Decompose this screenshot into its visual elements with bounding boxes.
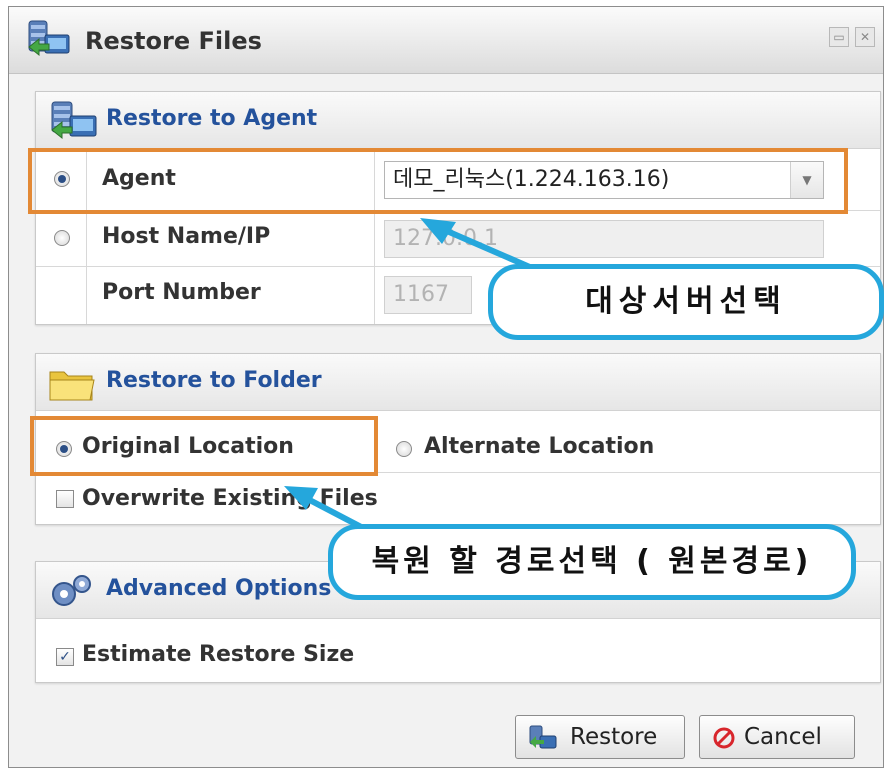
dialog-titlebar[interactable]: Restore Files ▭ ✕ [9, 7, 883, 74]
port-label: Port Number [102, 280, 261, 305]
alternate-location-label[interactable]: Alternate Location [424, 434, 654, 459]
overwrite-label[interactable]: Overwrite Existing Files [82, 486, 378, 511]
estimate-size-checkbox[interactable]: ✓ [56, 648, 74, 666]
callout-select-server: 대상서버선택 [488, 264, 884, 340]
close-window-button[interactable]: ✕ [855, 27, 875, 47]
port-input-value: 1167 [393, 282, 449, 307]
gears-icon [52, 575, 91, 606]
restore-to-agent-header: Restore to Agent [36, 92, 880, 149]
dialog-title: Restore Files [85, 27, 262, 55]
restore-button[interactable]: Restore [515, 715, 685, 759]
cancel-icon [713, 727, 735, 749]
port-input[interactable]: 1167 [384, 276, 472, 314]
estimate-size-label[interactable]: Estimate Restore Size [82, 642, 354, 667]
restore-icon [529, 725, 557, 749]
restore-to-folder-title: Restore to Folder [106, 368, 322, 393]
host-input[interactable]: 127.0.0.1 [384, 220, 824, 258]
restore-files-dialog: Restore Files ▭ ✕ Restore to Agent Agent [8, 6, 884, 768]
folder-icon [49, 371, 95, 401]
agent-highlight-box [28, 148, 848, 214]
restore-to-folder-header: Restore to Folder [36, 354, 880, 411]
cancel-button-label: Cancel [744, 724, 822, 750]
host-label: Host Name/IP [102, 224, 271, 249]
restore-window-button[interactable]: ▭ [829, 27, 849, 47]
agent-server-icon [51, 101, 97, 140]
restore-button-label: Restore [570, 724, 658, 750]
advanced-options-title: Advanced Options [106, 576, 332, 601]
callout-select-path: 복원 할 경로선택 ( 원본경로) [328, 524, 856, 600]
overwrite-checkbox[interactable] [56, 490, 74, 508]
restore-to-agent-title: Restore to Agent [106, 106, 318, 131]
original-location-highlight-box [30, 416, 378, 476]
alternate-location-radio[interactable] [396, 441, 412, 457]
host-radio[interactable] [54, 230, 70, 246]
restore-server-icon [28, 20, 70, 57]
cancel-button[interactable]: Cancel [699, 715, 855, 759]
host-input-value: 127.0.0.1 [393, 226, 498, 251]
